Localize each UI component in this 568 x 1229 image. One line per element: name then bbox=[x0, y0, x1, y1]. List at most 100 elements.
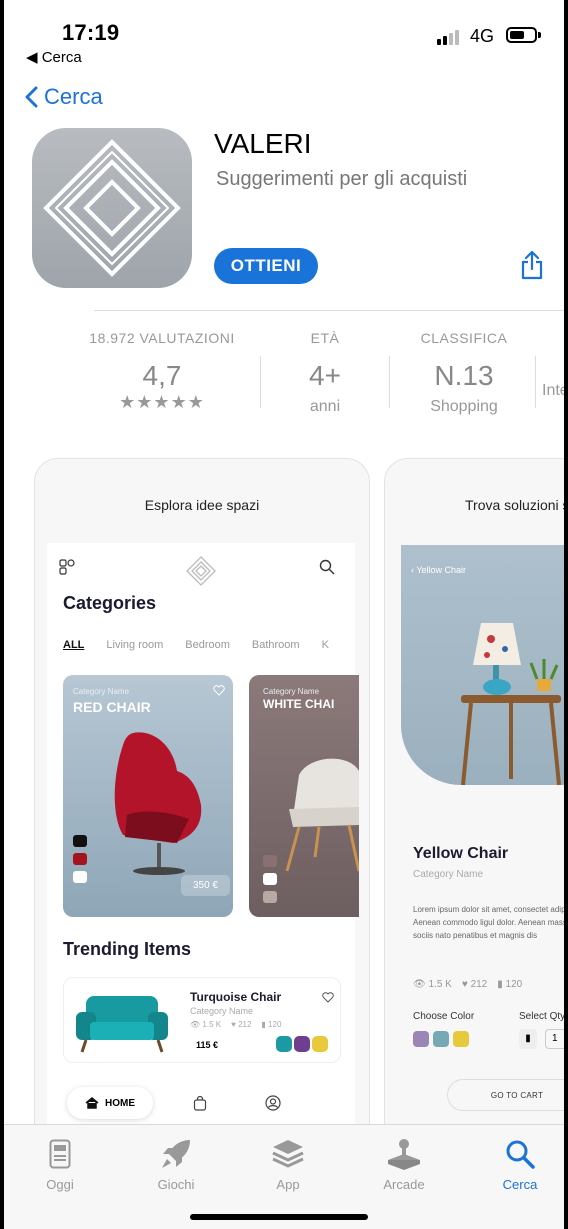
select-qty-label: Select Qty bbox=[519, 1011, 564, 1022]
category-tabs: ALL Living room Bedroom Bathroom K bbox=[63, 639, 363, 651]
product-title: Yellow Chair bbox=[413, 845, 509, 862]
home-label: HOME bbox=[105, 1097, 135, 1109]
white-chair-image bbox=[285, 758, 359, 872]
share-button[interactable] bbox=[520, 250, 544, 285]
red-chair-image bbox=[114, 732, 202, 875]
product-meta: 👁 1.5 K ♥ 212 ▮ 120 bbox=[413, 979, 522, 990]
tab-label: Cerca bbox=[502, 1177, 538, 1192]
color-swatch bbox=[73, 835, 87, 847]
qty-input: 1 bbox=[545, 1029, 564, 1049]
battery-tip bbox=[538, 32, 541, 38]
menu-grid-icon bbox=[59, 559, 75, 575]
diamond-logo-icon bbox=[43, 139, 181, 277]
screenshot-2[interactable]: Trova soluzioni se ‹ Yellow Chair Yellow… bbox=[384, 458, 564, 1158]
bag-icon bbox=[193, 1095, 207, 1111]
stat-age: ETÀ 4+ anni bbox=[270, 330, 380, 416]
screenshot-screen: Categories ALL Living room Bedroom Bathr… bbox=[47, 543, 359, 1157]
tab-oggi[interactable]: Oggi bbox=[20, 1137, 100, 1192]
today-icon bbox=[49, 1139, 71, 1169]
get-button[interactable]: OTTIENI bbox=[214, 248, 318, 284]
trend-item-price: 115 € bbox=[196, 1040, 219, 1050]
screenshot-1[interactable]: Esplora idee spazi Categories ALL Living… bbox=[34, 458, 370, 1158]
nav-back-button[interactable]: Cerca bbox=[24, 84, 103, 110]
tab-label: Oggi bbox=[46, 1177, 74, 1192]
stat-age-value: 4+ bbox=[309, 360, 341, 391]
screenshot-screen: ‹ Yellow Chair Yellow Chair Category Nam… bbox=[385, 459, 564, 1157]
status-time: 17:19 bbox=[62, 20, 120, 45]
tab-living-room: Living room bbox=[106, 639, 164, 651]
stat-divider bbox=[389, 356, 390, 408]
tab-cerca[interactable]: Cerca bbox=[480, 1137, 560, 1192]
diamond-logo-icon bbox=[186, 556, 216, 586]
trend-item-card: Turquoise Chair Category Name 👁 1.5 K ♥ … bbox=[63, 977, 341, 1063]
stat-rank-value: N.13 bbox=[434, 360, 494, 391]
trend-swatches bbox=[276, 1036, 328, 1052]
product-category: Category Name bbox=[413, 869, 484, 880]
search-icon bbox=[506, 1140, 535, 1169]
screenshot-caption: Esplora idee spazi bbox=[144, 497, 260, 513]
color-swatch bbox=[413, 1031, 429, 1047]
price-pill: 350 € bbox=[181, 875, 231, 896]
color-swatch bbox=[263, 891, 277, 903]
card-category-name: Category Name bbox=[73, 687, 130, 696]
divider bbox=[94, 310, 564, 311]
tab-all: ALL bbox=[63, 639, 85, 651]
card-red-chair: Category Name RED CHAIR 350 € bbox=[63, 675, 233, 917]
likes-count: ♥ 212 bbox=[231, 1020, 252, 1029]
color-swatch bbox=[73, 853, 87, 865]
signal-icon bbox=[437, 30, 459, 45]
home-icon bbox=[85, 1097, 99, 1109]
views-count: 👁 1.5 K bbox=[190, 1020, 222, 1029]
stat-divider bbox=[535, 356, 536, 408]
tab-giochi[interactable]: Giochi bbox=[136, 1137, 216, 1192]
stat-ratings-value: 4,7 bbox=[142, 360, 182, 391]
stat-partial-value bbox=[542, 344, 564, 376]
tab-arcade[interactable]: Arcade bbox=[364, 1137, 444, 1192]
color-swatch bbox=[312, 1036, 328, 1052]
battery-icon bbox=[506, 27, 537, 43]
home-indicator[interactable] bbox=[190, 1214, 368, 1220]
bought-count: ▮ 120 bbox=[497, 979, 523, 990]
stat-rank-sub: Shopping bbox=[430, 398, 498, 415]
choose-color-label: Choose Color bbox=[413, 1011, 475, 1022]
chevron-left-icon bbox=[25, 86, 38, 108]
tab-label: App bbox=[276, 1177, 300, 1192]
share-icon bbox=[521, 250, 543, 280]
color-swatch bbox=[263, 855, 277, 867]
turquoise-chair-image bbox=[76, 996, 168, 1053]
trend-item-category: Category Name bbox=[190, 1006, 254, 1016]
app-icon bbox=[32, 128, 192, 288]
tab-app[interactable]: App bbox=[248, 1137, 328, 1192]
stat-rank-label: CLASSIFICA bbox=[420, 330, 508, 346]
go-to-cart-button: GO TO CART bbox=[447, 1079, 564, 1111]
layers-icon bbox=[272, 1140, 304, 1168]
color-swatch bbox=[433, 1031, 449, 1047]
tab-bathroom: Bathroom bbox=[251, 639, 300, 651]
card-title: RED CHAIR bbox=[73, 699, 151, 715]
app-name: VALERI bbox=[214, 128, 312, 159]
stat-rank: CLASSIFICA N.13 Shopping bbox=[394, 330, 534, 416]
search-icon bbox=[319, 559, 335, 575]
stat-partial: Inte bbox=[542, 330, 564, 400]
tab-label: Arcade bbox=[383, 1177, 425, 1192]
status-back-to-app[interactable]: ◀ Cerca bbox=[26, 48, 82, 66]
stat-ratings: 18.972 VALUTAZIONI 4,7 ★★★★★ bbox=[74, 330, 250, 413]
stat-divider bbox=[260, 356, 261, 408]
trending-title: Trending Items bbox=[63, 939, 192, 959]
app-store-page: 17:19 ◀ Cerca 4G Cerca VALERI Suggerimen… bbox=[4, 0, 564, 1229]
trend-item-meta: 👁 1.5 K ♥ 212 ▮ 120 bbox=[190, 1020, 281, 1029]
tab-label: Giochi bbox=[157, 1177, 195, 1192]
likes-count: ♥ 212 bbox=[461, 979, 488, 990]
color-swatch bbox=[294, 1036, 310, 1052]
card-white-chair: Category Name WHITE CHAI bbox=[249, 675, 359, 917]
profile-icon bbox=[265, 1095, 281, 1111]
views-count: 👁 1.5 K bbox=[413, 979, 452, 990]
tab-k: K bbox=[321, 639, 329, 651]
rocket-icon bbox=[162, 1140, 190, 1168]
qty-bag-icon: ▮ bbox=[519, 1029, 537, 1049]
network-type: 4G bbox=[470, 26, 495, 46]
stat-partial-sub: Inte bbox=[542, 382, 564, 399]
color-options bbox=[413, 1031, 469, 1047]
heart-icon bbox=[213, 685, 225, 696]
color-swatch bbox=[276, 1036, 292, 1052]
